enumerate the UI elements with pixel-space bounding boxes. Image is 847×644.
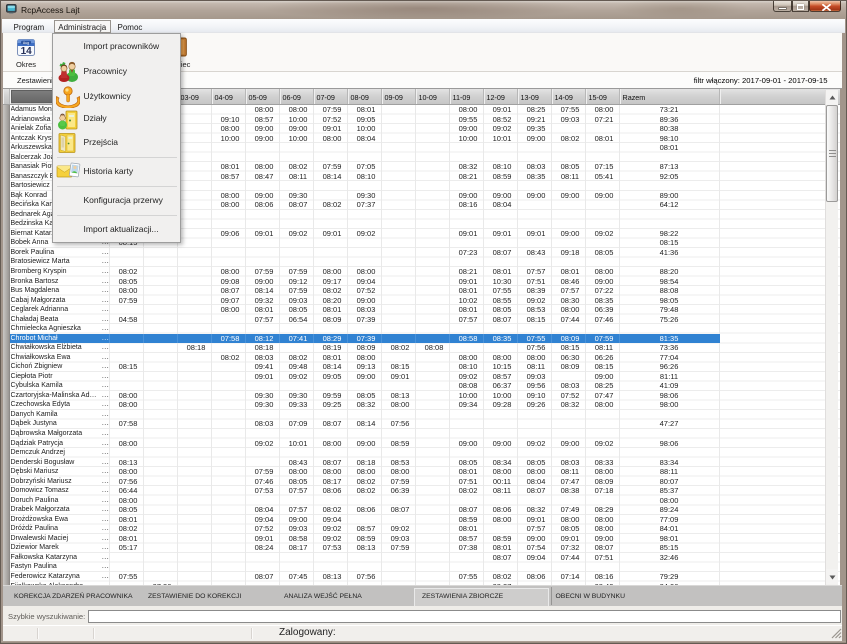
svg-text:Aug: Aug <box>23 40 29 44</box>
svg-text:14: 14 <box>21 45 33 56</box>
